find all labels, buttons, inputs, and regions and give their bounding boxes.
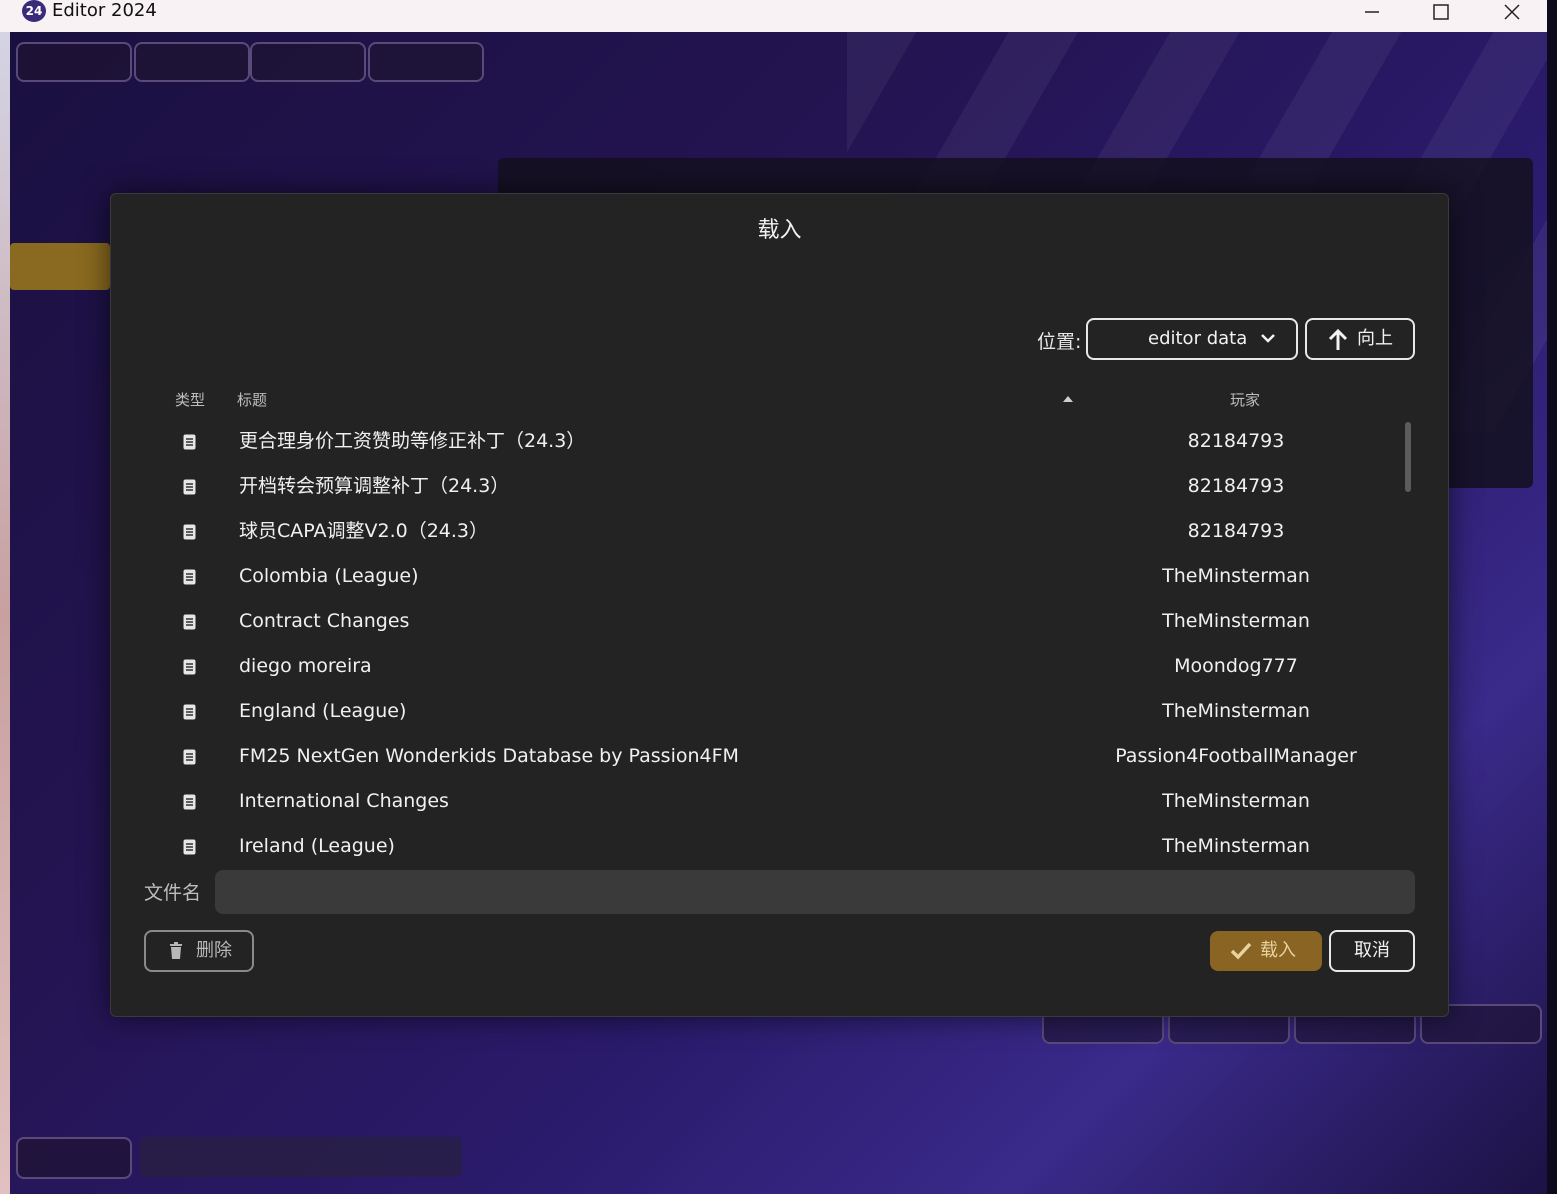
file-player: TheMinsterman (1162, 835, 1310, 857)
file-player: Moondog777 (1174, 655, 1298, 677)
app-icon: 24 (22, 0, 46, 22)
filename-label: 文件名 (144, 882, 202, 904)
chevron-down-icon (1261, 334, 1275, 343)
column-header-title[interactable]: 标题 (237, 389, 267, 410)
file-player: 82184793 (1187, 430, 1285, 452)
minimize-button[interactable] (1342, 0, 1402, 28)
window-title: Editor 2024 (52, 0, 157, 21)
file-icon (183, 794, 196, 810)
file-title: Contract Changes (239, 610, 410, 632)
window-titlebar: 24 Editor 2024 (0, 0, 1547, 32)
check-icon (1230, 942, 1252, 960)
file-icon (183, 749, 196, 765)
file-icon (183, 479, 196, 495)
dialog-title: 载入 (757, 218, 802, 243)
file-list[interactable]: 更合理身价工资赞助等修正补丁（24.3） 82184793 开档转会预算调整补丁（2… (151, 419, 1391, 869)
cancel-button[interactable]: 取消 (1329, 930, 1415, 972)
file-row[interactable]: Ireland (League) TheMinsterman (151, 824, 1391, 869)
up-folder-button[interactable]: 向上 (1305, 318, 1415, 360)
file-icon (183, 524, 196, 540)
bg-menu-2 (134, 42, 250, 82)
bg-menu-1 (16, 42, 132, 82)
file-row[interactable]: Contract Changes TheMinsterman (151, 599, 1391, 644)
load-button[interactable]: 载入 (1210, 931, 1322, 971)
bg-sidebar (10, 102, 110, 290)
file-title: FM25 NextGen Wonderkids Database by Pass… (239, 745, 739, 767)
file-title: International Changes (239, 790, 449, 812)
file-player: Passion4FootballManager (1115, 745, 1357, 767)
maximize-icon (1433, 4, 1449, 20)
file-row[interactable]: diego moreira Moondog777 (151, 644, 1391, 689)
file-player: 82184793 (1187, 475, 1285, 497)
file-title: 开档转会预算调整补丁（24.3） (239, 475, 510, 497)
file-title: Ireland (League) (239, 835, 395, 857)
file-row[interactable]: FM25 NextGen Wonderkids Database by Pass… (151, 734, 1391, 779)
up-arrow-icon (1328, 329, 1348, 350)
file-icon (183, 659, 196, 675)
column-header-player[interactable]: 玩家 (1230, 389, 1260, 410)
file-player: TheMinsterman (1162, 565, 1310, 587)
load-label: 载入 (1260, 940, 1296, 961)
maximize-button[interactable] (1411, 0, 1471, 28)
file-row[interactable]: England (League) TheMinsterman (151, 689, 1391, 734)
file-player: TheMinsterman (1162, 610, 1310, 632)
file-title: diego moreira (239, 655, 372, 677)
close-window-button[interactable] (1482, 0, 1542, 28)
file-icon (183, 569, 196, 585)
file-title: 球员CAPA调整V2.0（24.3） (239, 520, 489, 542)
up-label: 向上 (1357, 328, 1393, 349)
file-icon (183, 434, 196, 450)
bg-filter-field (140, 1137, 462, 1177)
delete-button[interactable]: 删除 (144, 930, 254, 972)
delete-label: 删除 (196, 940, 232, 961)
file-title: 更合理身价工资赞助等修正补丁（24.3） (239, 430, 586, 452)
file-row[interactable]: Colombia (League) TheMinsterman (151, 554, 1391, 599)
file-icon (183, 839, 196, 855)
load-dialog: 载入 位置: editor data 向上 类型 标题 玩家 更合理身价工资赞助… (110, 193, 1449, 1017)
file-icon (183, 704, 196, 720)
file-row[interactable]: International Changes TheMinsterman (151, 779, 1391, 824)
bg-menu-3 (250, 42, 366, 82)
location-value: editor data (1148, 328, 1248, 349)
list-scrollbar[interactable] (1405, 422, 1411, 492)
file-title: England (League) (239, 700, 407, 722)
file-row[interactable]: 更合理身价工资赞助等修正补丁（24.3） 82184793 (151, 419, 1391, 464)
file-player: TheMinsterman (1162, 790, 1310, 812)
location-dropdown[interactable]: editor data (1086, 318, 1298, 360)
watermark-logo (1436, 1156, 1546, 1186)
column-header-type[interactable]: 类型 (175, 389, 205, 410)
file-row[interactable]: 球员CAPA调整V2.0（24.3） 82184793 (151, 509, 1391, 554)
bg-filter-button (16, 1137, 132, 1179)
filename-input[interactable] (215, 870, 1415, 914)
location-label: 位置: (1037, 331, 1082, 353)
bg-menu-4 (368, 42, 484, 82)
file-player: 82184793 (1187, 520, 1285, 542)
trash-icon (170, 942, 182, 959)
file-row[interactable]: 开档转会预算调整补丁（24.3） 82184793 (151, 464, 1391, 509)
desktop-edge (0, 32, 10, 1194)
file-icon (183, 614, 196, 630)
close-icon (1504, 4, 1520, 20)
file-title: Colombia (League) (239, 565, 419, 587)
minimize-icon (1365, 11, 1379, 13)
sort-asc-icon (1063, 396, 1073, 402)
file-player: TheMinsterman (1162, 700, 1310, 722)
